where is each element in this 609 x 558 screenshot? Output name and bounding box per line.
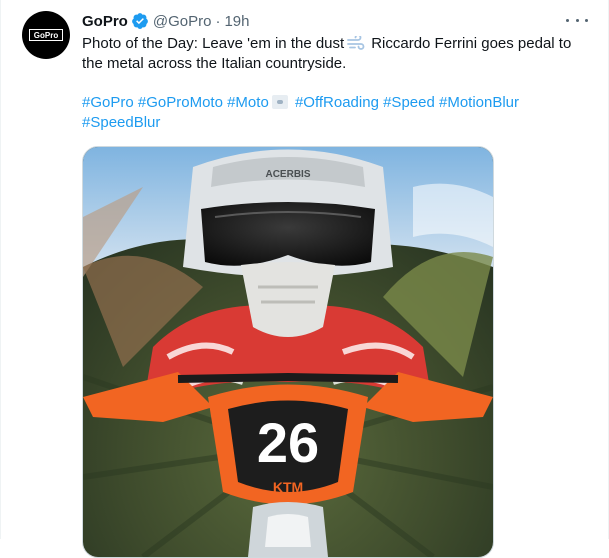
motorcycle-emoji-icon [271, 95, 288, 109]
hashtags: #GoPro #GoProMoto #Moto #OffRoading #Spe… [82, 93, 562, 133]
more-options-icon[interactable] [566, 10, 588, 30]
hashtag-goprom[interactable]: #GoProMoto [138, 94, 223, 111]
number-plate: 26 [257, 411, 319, 474]
tweet-text-line1a: Photo of the Day: Leave 'em in the dust [82, 35, 345, 52]
hashtag-speed[interactable]: #Speed [383, 94, 435, 111]
tweet-time[interactable]: 19h [224, 13, 249, 30]
tweet-header: GoPro @GoPro · 19h [82, 11, 249, 31]
hashtag-motionblur[interactable]: #MotionBlur [439, 94, 519, 111]
hashtag-offroading[interactable]: #OffRoading [295, 94, 379, 111]
photo-illustration: ACERBIS 26 KTM [83, 147, 493, 557]
tweet-photo[interactable]: ACERBIS 26 KTM [82, 146, 494, 558]
tweet-text: Photo of the Day: Leave 'em in the dust … [82, 34, 587, 74]
hashtag-speedblur[interactable]: #SpeedBlur [82, 114, 160, 131]
helmet-brand-text: ACERBIS [265, 169, 310, 180]
dashing-away-emoji-icon [347, 36, 365, 50]
tweet-text-line2: the metal across the Italian countryside… [82, 55, 347, 72]
hashtag-gopro[interactable]: #GoPro [82, 94, 134, 111]
avatar-logo-text: GoPro [34, 31, 59, 40]
gopro-logo-icon: GoPro [29, 29, 63, 41]
separator-dot: · [215, 12, 221, 30]
avatar[interactable]: GoPro [22, 11, 70, 59]
author-handle[interactable]: @GoPro [153, 13, 212, 30]
verified-badge-icon [131, 13, 148, 29]
tweet-text-line1b: Riccardo Ferrini goes pedal to [371, 35, 572, 52]
author-name[interactable]: GoPro [82, 13, 128, 30]
hashtag-moto[interactable]: #Moto [227, 94, 269, 111]
brand-plate: KTM [273, 479, 303, 495]
tweet-card[interactable]: GoPro GoPro @GoPro · 19h Photo of the Da… [0, 0, 609, 558]
